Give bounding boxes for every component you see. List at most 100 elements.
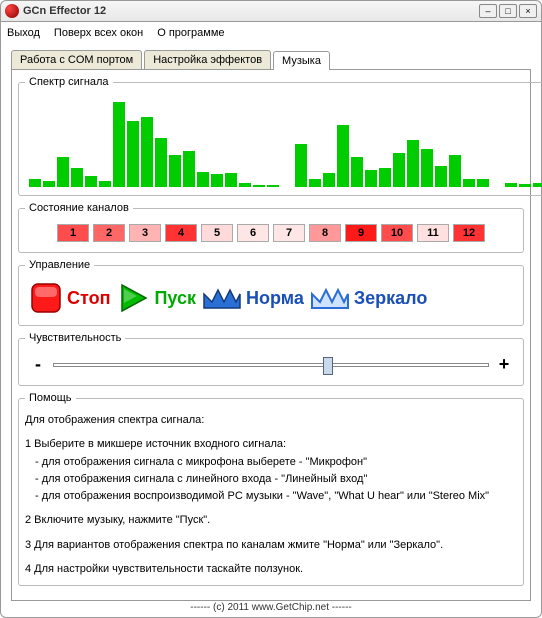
- spectrum-bar: [421, 149, 433, 187]
- spectrum-bar: [379, 168, 391, 187]
- crown-filled-icon: [202, 284, 242, 312]
- spectrum-bar: [477, 179, 489, 187]
- channel-cell: 8: [309, 224, 341, 242]
- spectrum-bar: [127, 121, 139, 188]
- controls-group: Управление Стоп Пуск Норма Зеркало: [18, 259, 524, 326]
- normal-label: Норма: [246, 288, 304, 309]
- help-line: Для отображения спектра сигнала:: [25, 413, 517, 427]
- help-line: 3 Для вариантов отображения спектра по к…: [25, 538, 517, 552]
- spectrum-bar: [169, 155, 181, 187]
- spectrum-bar: [505, 183, 517, 187]
- menubar: Выход Поверх всех окон О программе: [0, 22, 542, 44]
- app-icon: [5, 4, 19, 18]
- channel-cell: 12: [453, 224, 485, 242]
- channel-cell: 9: [345, 224, 377, 242]
- channel-cell: 3: [129, 224, 161, 242]
- spectrum-bar: [43, 181, 55, 187]
- spectrum-bar: [309, 179, 321, 187]
- spectrum-bar: [99, 181, 111, 187]
- help-line: 1 Выберите в микшере источник входного с…: [25, 437, 517, 451]
- spectrum-bar: [533, 183, 542, 187]
- spectrum-bar: [435, 166, 447, 187]
- spectrum-bar: [85, 176, 97, 187]
- menu-about[interactable]: О программе: [157, 27, 224, 39]
- spectrum-bar: [155, 138, 167, 187]
- spectrum-bar: [323, 173, 335, 187]
- tab-effects[interactable]: Настройка эффектов: [144, 50, 271, 69]
- play-label: Пуск: [154, 288, 196, 309]
- close-button[interactable]: ×: [519, 4, 537, 18]
- spectrum-bar: [295, 144, 307, 187]
- channel-cell: 7: [273, 224, 305, 242]
- channel-cell: 5: [201, 224, 233, 242]
- mirror-button[interactable]: Зеркало: [310, 284, 428, 312]
- footer-text: ------ (c) 2011 www.GetChip.net ------: [1, 602, 541, 613]
- menu-exit[interactable]: Выход: [7, 27, 40, 39]
- spectrum-bar: [239, 183, 251, 187]
- spectrum-bar: [351, 157, 363, 187]
- controls-row: Стоп Пуск Норма Зеркало: [25, 277, 517, 319]
- tab-com[interactable]: Работа с COM портом: [11, 50, 142, 69]
- spectrum-bar: [197, 172, 209, 187]
- tab-strip: Работа с COM портом Настройка эффектов М…: [11, 50, 531, 69]
- minimize-button[interactable]: –: [479, 4, 497, 18]
- channel-cell: 10: [381, 224, 413, 242]
- help-line: - для отображения воспроизводимой PC муз…: [25, 489, 517, 503]
- tab-music[interactable]: Музыка: [273, 51, 330, 70]
- normal-button[interactable]: Норма: [202, 284, 304, 312]
- sensitivity-group: Чувствительность - +: [18, 332, 524, 386]
- channel-cell: 1: [57, 224, 89, 242]
- channel-cell: 6: [237, 224, 269, 242]
- spectrum-bar: [337, 125, 349, 187]
- spectrum-bar: [365, 170, 377, 187]
- spectrum-bar: [225, 173, 237, 187]
- tab-panel-music: Спектр сигнала Состояние каналов 1234567…: [11, 69, 531, 601]
- slider-thumb[interactable]: [323, 357, 333, 375]
- plus-label: +: [497, 354, 511, 375]
- spectrum-group: Спектр сигнала: [18, 76, 542, 196]
- spectrum-bar: [407, 140, 419, 188]
- minus-label: -: [31, 354, 45, 375]
- channel-cell: 4: [165, 224, 197, 242]
- play-icon: [116, 281, 150, 315]
- window-title: GCn Effector 12: [23, 5, 477, 17]
- play-button[interactable]: Пуск: [116, 281, 196, 315]
- spectrum-bar: [253, 185, 265, 187]
- spectrum-bar: [29, 179, 41, 187]
- stop-icon: [29, 281, 63, 315]
- mirror-label: Зеркало: [354, 288, 428, 309]
- channel-cell: 11: [417, 224, 449, 242]
- spectrum-bar: [113, 102, 125, 188]
- channels-group: Состояние каналов 123456789101112: [18, 202, 524, 253]
- spectrum-bar: [519, 184, 531, 187]
- spectrum-bar: [57, 157, 69, 187]
- help-line: 2 Включите музыку, нажмите "Пуск".: [25, 513, 517, 527]
- spectrum-bar: [463, 179, 475, 187]
- sensitivity-legend: Чувствительность: [25, 332, 125, 344]
- spectrum-chart: [25, 94, 542, 189]
- spectrum-bar: [393, 153, 405, 187]
- spectrum-bar: [267, 185, 279, 187]
- client-area: Работа с COM портом Настройка эффектов М…: [0, 44, 542, 618]
- titlebar: GCn Effector 12 – □ ×: [0, 0, 542, 22]
- help-group: Помощь Для отображения спектра сигнала: …: [18, 392, 524, 586]
- sensitivity-slider[interactable]: [53, 363, 489, 367]
- spectrum-bar: [183, 151, 195, 187]
- help-line: - для отображения сигнала с микрофона вы…: [25, 455, 517, 469]
- menu-ontop[interactable]: Поверх всех окон: [54, 27, 143, 39]
- controls-legend: Управление: [25, 259, 94, 271]
- sensitivity-row: - +: [25, 350, 517, 379]
- channel-cell: 2: [93, 224, 125, 242]
- stop-button[interactable]: Стоп: [29, 281, 110, 315]
- spectrum-legend: Спектр сигнала: [25, 76, 113, 88]
- channels-legend: Состояние каналов: [25, 202, 133, 214]
- spectrum-bar: [449, 155, 461, 187]
- help-line: - для отображения сигнала с линейного вх…: [25, 472, 517, 486]
- spectrum-bar: [71, 168, 83, 187]
- slider-track: [53, 363, 489, 367]
- maximize-button[interactable]: □: [499, 4, 517, 18]
- spectrum-bar: [141, 117, 153, 187]
- channels-row: 123456789101112: [25, 220, 517, 246]
- stop-label: Стоп: [67, 288, 110, 309]
- help-legend: Помощь: [25, 392, 76, 404]
